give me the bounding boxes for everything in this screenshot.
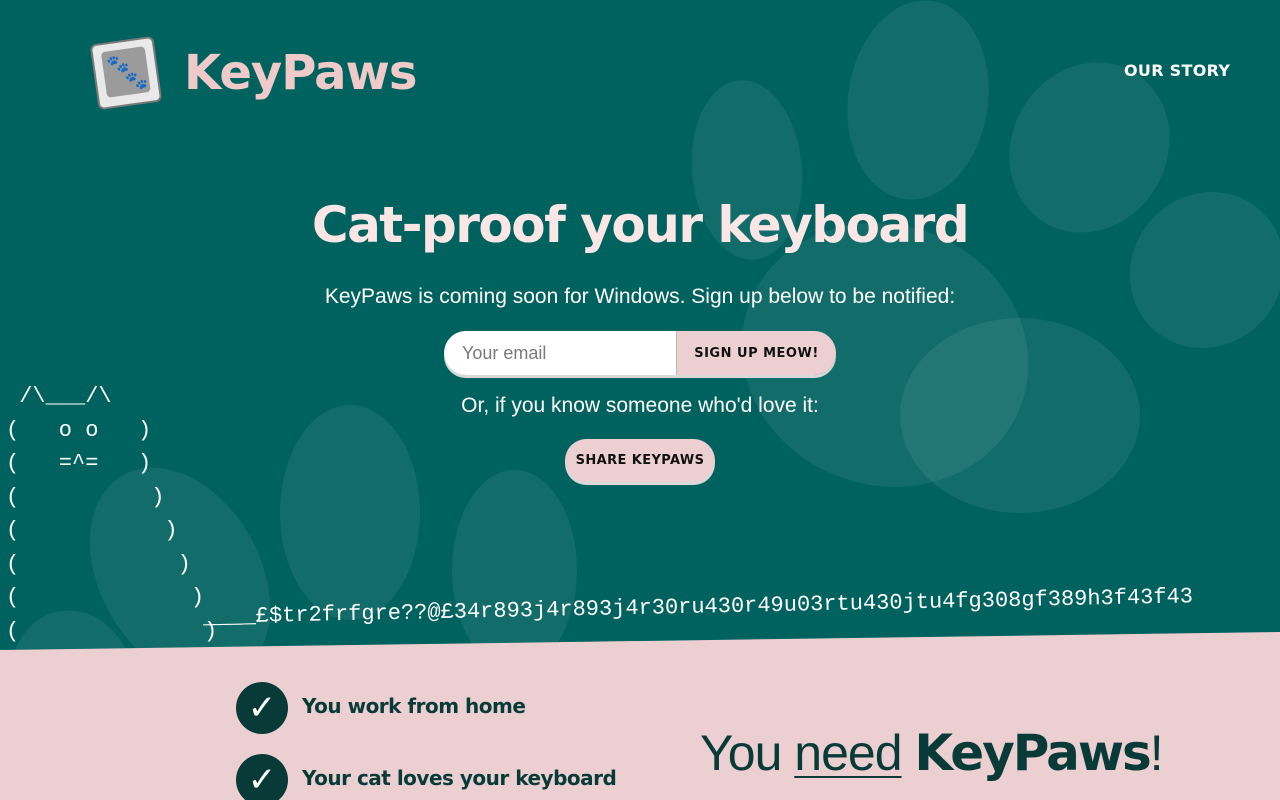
tagline-brand: KeyPaws [914,724,1151,782]
tagline-need: need [794,725,902,781]
paw-keycap-icon: 🐾 🐾 [89,35,163,111]
email-input[interactable] [444,331,676,375]
checkmark-icon: ✓ [236,682,288,734]
hero-section: 🐾 🐾 KeyPaws OUR STORY Cat-proof your key… [0,0,1280,800]
tagline-prefix: You [700,725,795,781]
tagline: You need KeyPaws! [700,724,1164,782]
site-logo[interactable]: 🐾 🐾 KeyPaws [89,35,417,111]
paw-print-decoration [834,0,1002,209]
tagline-suffix: ! [1149,725,1164,781]
brand-name: KeyPaws [184,45,417,101]
reason-item: Your cat loves your keyboard [302,766,617,790]
paw-print-decoration [452,470,577,670]
signup-form: SIGN UP MEOW! [444,331,836,375]
signup-button[interactable]: SIGN UP MEOW! [676,331,836,375]
share-button[interactable]: SHARE KEYPAWS [565,439,715,482]
signup-prompt: KeyPaws is coming soon for Windows. Sign… [324,285,956,308]
checkmark-icon: ✓ [236,754,288,800]
ascii-cat-art: /\___/\ ( o o ) ( =^= ) ( ) ( ) ( ) ( ) … [6,384,218,644]
paw-print-decoration [280,405,420,620]
page-headline: Cat-proof your keyboard [311,196,970,254]
nav-our-story-link[interactable]: OUR STORY [1124,61,1230,80]
reason-item: You work from home [302,694,526,718]
